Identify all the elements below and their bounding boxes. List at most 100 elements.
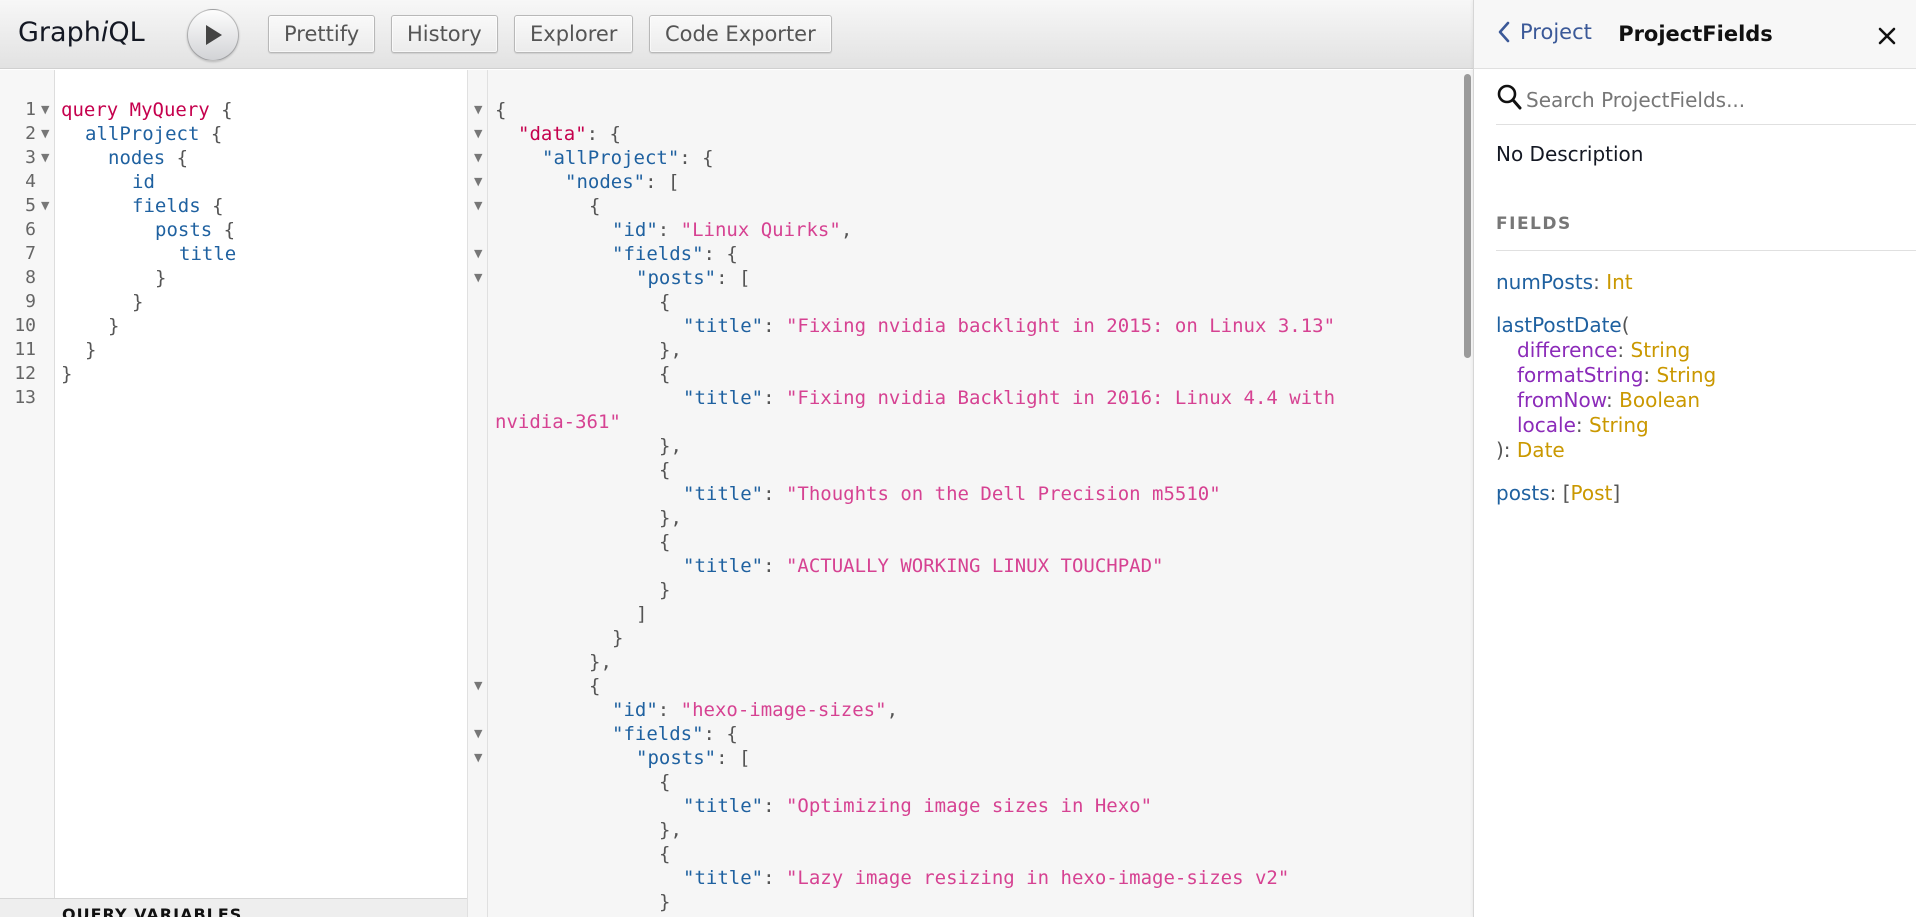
code-line: title [179, 243, 237, 265]
json-line: "nodes": [ [565, 171, 680, 193]
line-number: 12 [14, 363, 36, 384]
chevron-left-icon [1498, 21, 1510, 43]
json-line: { [659, 291, 671, 313]
type-link[interactable]: Int [1606, 270, 1632, 294]
prettify-button[interactable]: Prettify [268, 15, 376, 53]
json-line: "title": "Fixing nvidia Backlight in 201… [683, 387, 1336, 409]
type-link[interactable]: String [1657, 363, 1717, 387]
arg-name: difference [1517, 338, 1618, 362]
type-link[interactable]: Post [1571, 481, 1613, 505]
field-row: numPosts: Int [1496, 270, 1633, 294]
arg-name: formatString [1517, 363, 1644, 387]
line-number: 7 [25, 243, 36, 264]
field-name-link[interactable]: numPosts [1496, 270, 1593, 294]
result-scrollbar[interactable] [1464, 74, 1471, 358]
doc-back-label: Project [1520, 20, 1592, 44]
code-line: id [132, 171, 155, 193]
json-line: } [612, 627, 624, 649]
code-line: posts { [155, 219, 236, 241]
toolbar: GraphiQL Prettify History Explorer Code … [0, 0, 1473, 69]
doc-search-box [1496, 79, 1916, 125]
fold-arrow-icon[interactable]: ▼ [474, 746, 482, 770]
json-line: "posts": [ [636, 747, 751, 769]
json-line: "allProject": { [542, 147, 714, 169]
fold-arrow-icon[interactable]: ▼ [41, 98, 49, 122]
type-link[interactable]: String [1589, 413, 1649, 437]
explorer-button[interactable]: Explorer [514, 15, 634, 53]
type-link[interactable]: Boolean [1619, 388, 1700, 412]
json-line: { [659, 459, 671, 481]
type-link[interactable]: String [1631, 338, 1691, 362]
line-number: 2 [25, 123, 36, 144]
line-number: 3 [25, 147, 36, 168]
line-number: 1 [25, 99, 36, 120]
fold-arrow-icon[interactable]: ▼ [41, 146, 49, 170]
code-line: } [61, 363, 73, 385]
arg-row: fromNow: Boolean [1517, 388, 1701, 412]
field-name-link[interactable]: lastPostDate [1496, 313, 1622, 337]
documentation-explorer: Project ProjectFields No Description FIE… [1473, 0, 1916, 917]
line-number: 10 [14, 315, 36, 336]
fold-arrow-icon[interactable]: ▼ [474, 170, 482, 194]
field-name-link[interactable]: posts [1496, 481, 1550, 505]
type-link[interactable]: Date [1517, 438, 1565, 462]
doc-back-link[interactable]: Project [1496, 20, 1592, 44]
json-line: { [589, 675, 601, 697]
json-line: { [495, 99, 507, 121]
doc-search-input[interactable] [1526, 83, 1906, 117]
json-line: } [659, 579, 671, 601]
code-line: } [155, 267, 167, 289]
json-line: }, [659, 507, 682, 529]
code-line: allProject { [85, 123, 223, 145]
history-button[interactable]: History [391, 15, 498, 53]
fields-divider [1496, 250, 1916, 251]
field-row: lastPostDate( [1496, 313, 1630, 337]
fold-arrow-icon[interactable]: ▼ [474, 122, 482, 146]
fold-arrow-icon[interactable]: ▼ [474, 146, 482, 170]
json-line: "fields": { [612, 723, 738, 745]
line-number: 4 [25, 171, 36, 192]
execute-query-button[interactable] [187, 9, 239, 61]
json-line: "title": "Fixing nvidia backlight in 201… [683, 315, 1336, 337]
json-line: "title": "Thoughts on the Dell Precision… [683, 483, 1221, 505]
code-line: } [132, 291, 144, 313]
fold-arrow-icon[interactable]: ▼ [41, 122, 49, 146]
line-number: 6 [25, 219, 36, 240]
fold-arrow-icon[interactable]: ▼ [474, 722, 482, 746]
json-line: "id": "Linux Quirks", [612, 219, 853, 241]
json-line: }, [589, 651, 612, 673]
json-line: "title": "ACTUALLY WORKING LINUX TOUCHPA… [683, 555, 1164, 577]
query-editor[interactable]: 1 2 3 4 5 6 7 8 9 10 11 12 13 ▼ ▼ ▼ ▼ qu… [0, 70, 467, 917]
doc-explorer-header: Project ProjectFields [1474, 0, 1916, 69]
json-line: "data": { [518, 123, 621, 145]
fold-arrow-icon[interactable]: ▼ [474, 266, 482, 290]
arg-row: formatString: String [1517, 363, 1717, 387]
code-line: fields { [132, 195, 224, 217]
query-variables-header[interactable]: QUERY VARIABLES [0, 898, 467, 917]
json-line: }, [659, 339, 682, 361]
close-icon[interactable] [1873, 22, 1901, 50]
json-line: "title": "Optimizing image sizes in Hexo… [683, 795, 1153, 817]
line-number: 13 [14, 387, 36, 408]
json-line: { [659, 531, 671, 553]
fold-arrow-icon[interactable]: ▼ [474, 242, 482, 266]
code-exporter-button[interactable]: Code Exporter [649, 15, 832, 53]
line-number: 5 [25, 195, 36, 216]
fold-arrow-icon[interactable]: ▼ [474, 194, 482, 218]
fold-arrow-icon[interactable]: ▼ [474, 674, 482, 698]
field-return-row: ): Date [1496, 438, 1565, 462]
line-number: 9 [25, 291, 36, 312]
fold-arrow-icon[interactable]: ▼ [474, 98, 482, 122]
json-line: "title": "Lazy image resizing in hexo-im… [683, 867, 1290, 889]
json-line: "posts": [ [636, 267, 751, 289]
json-line: nvidia-361" [495, 411, 621, 433]
fold-arrow-icon[interactable]: ▼ [41, 194, 49, 218]
json-line: } [659, 891, 671, 913]
result-viewer: ▼ ▼ ▼ ▼ ▼ ▼ ▼ ▼ ▼ ▼ { "data": { "allProj… [467, 70, 1473, 917]
type-description: No Description [1496, 142, 1644, 166]
line-number: 11 [14, 339, 36, 360]
arg-row: difference: String [1517, 338, 1691, 362]
json-line: { [659, 363, 671, 385]
code-line: } [108, 315, 120, 337]
json-line: { [659, 843, 671, 865]
